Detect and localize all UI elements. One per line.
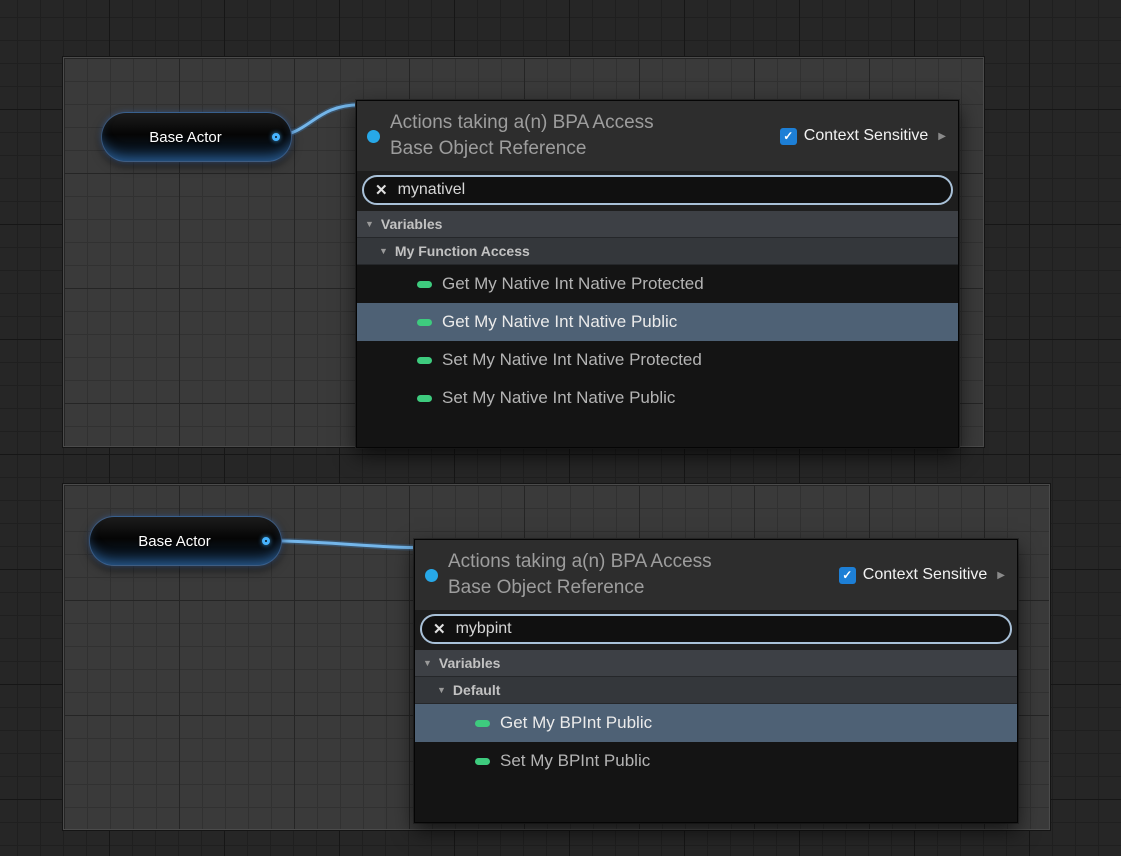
clear-search-icon[interactable]: ✕	[433, 622, 446, 637]
collapse-triangle-icon[interactable]: ▼	[365, 219, 374, 229]
search-box[interactable]: ✕	[362, 175, 953, 205]
action-list-item[interactable]: Set My Native Int Native Public	[357, 379, 958, 417]
collapse-triangle-icon[interactable]: ▼	[437, 685, 446, 695]
action-search-input[interactable]	[398, 181, 940, 199]
action-menu-title: Actions taking a(n) BPA Access Base Obje…	[448, 549, 748, 601]
base-actor-node[interactable]: Base Actor	[89, 516, 282, 566]
action-list-item[interactable]: Get My Native Int Native Protected	[357, 265, 958, 303]
search-strip: ✕	[357, 171, 958, 211]
category-label: Default	[453, 682, 500, 698]
action-list-empty-area	[357, 417, 958, 447]
action-context-dot-icon	[367, 130, 380, 143]
context-sensitive-group: ✓ Context Sensitive ▶	[780, 127, 948, 145]
action-menu-title: Actions taking a(n) BPA Access Base Obje…	[390, 110, 690, 162]
action-item-label: Set My BPInt Public	[500, 751, 650, 771]
action-list-item[interactable]: Set My Native Int Native Protected	[357, 341, 958, 379]
variable-pill-icon	[475, 758, 490, 765]
context-sensitive-label: Context Sensitive	[863, 566, 988, 584]
blueprint-editor-canvas: { "icons": { "check_glyph": "✓", "clear_…	[0, 0, 1121, 856]
category-row-my-function-access[interactable]: ▼ My Function Access	[357, 238, 958, 265]
action-search-input[interactable]	[456, 620, 999, 638]
action-list-empty-area	[415, 780, 1017, 822]
action-item-label: Set My Native Int Native Protected	[442, 350, 702, 370]
category-label: My Function Access	[395, 243, 530, 259]
base-actor-node[interactable]: Base Actor	[101, 112, 292, 162]
action-item-label: Set My Native Int Native Public	[442, 388, 675, 408]
context-sensitive-checkbox[interactable]: ✓	[780, 128, 797, 145]
clear-search-icon[interactable]: ✕	[375, 183, 388, 198]
action-list-item[interactable]: Set My BPInt Public	[415, 742, 1017, 780]
expand-options-arrow-icon[interactable]: ▶	[938, 131, 946, 142]
action-item-label: Get My Native Int Native Public	[442, 312, 677, 332]
collapse-triangle-icon[interactable]: ▼	[423, 658, 432, 668]
category-row-variables[interactable]: ▼ Variables	[415, 650, 1017, 677]
search-box[interactable]: ✕	[420, 614, 1012, 644]
variable-pill-icon	[417, 395, 432, 402]
action-menu-header: Actions taking a(n) BPA Access Base Obje…	[357, 101, 958, 171]
context-sensitive-group: ✓ Context Sensitive ▶	[839, 566, 1007, 584]
action-menu-header: Actions taking a(n) BPA Access Base Obje…	[415, 540, 1017, 610]
variable-pill-icon	[475, 720, 490, 727]
node-label: Base Actor	[149, 129, 244, 146]
context-sensitive-checkbox[interactable]: ✓	[839, 567, 856, 584]
blueprint-action-menu: Actions taking a(n) BPA Access Base Obje…	[414, 539, 1018, 823]
action-list-item-selected[interactable]: Get My BPInt Public	[415, 704, 1017, 742]
variable-pill-icon	[417, 357, 432, 364]
blueprint-graph-region-bottom: Base Actor Actions taking a(n) BPA Acces…	[63, 484, 1050, 830]
category-label: Variables	[439, 655, 501, 671]
object-output-pin-icon[interactable]	[272, 133, 280, 141]
category-row-variables[interactable]: ▼ Variables	[357, 211, 958, 238]
action-item-label: Get My Native Int Native Protected	[442, 274, 704, 294]
action-item-label: Get My BPInt Public	[500, 713, 652, 733]
variable-pill-icon	[417, 319, 432, 326]
blueprint-action-menu: Actions taking a(n) BPA Access Base Obje…	[356, 100, 959, 448]
context-sensitive-label: Context Sensitive	[804, 127, 929, 145]
category-row-default[interactable]: ▼ Default	[415, 677, 1017, 704]
action-list-item-selected[interactable]: Get My Native Int Native Public	[357, 303, 958, 341]
action-context-dot-icon	[425, 569, 438, 582]
blueprint-graph-region-top: Base Actor Actions taking a(n) BPA Acces…	[63, 57, 984, 447]
search-strip: ✕	[415, 610, 1017, 650]
object-output-pin-icon[interactable]	[262, 537, 270, 545]
collapse-triangle-icon[interactable]: ▼	[379, 246, 388, 256]
node-label: Base Actor	[138, 533, 233, 550]
category-label: Variables	[381, 216, 443, 232]
variable-pill-icon	[417, 281, 432, 288]
expand-options-arrow-icon[interactable]: ▶	[997, 570, 1005, 581]
